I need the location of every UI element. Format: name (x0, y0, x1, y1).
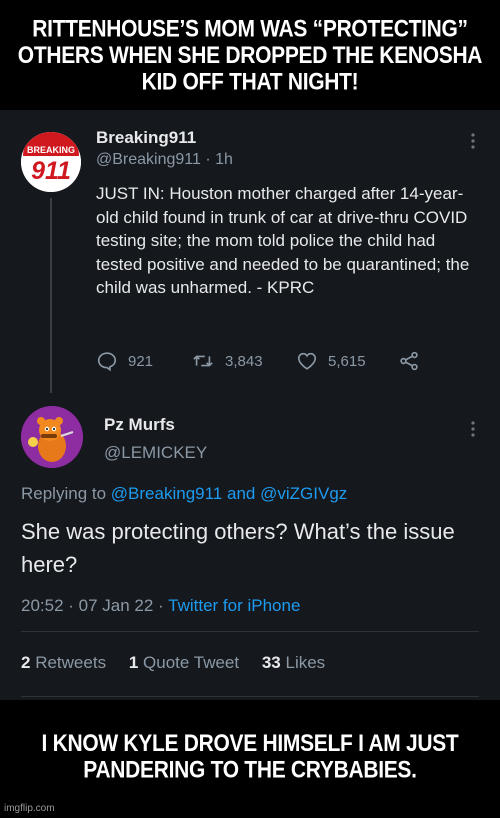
replying-prefix: Replying to (21, 484, 107, 503)
tweet2-client-link[interactable]: Twitter for iPhone (168, 596, 300, 615)
top-caption-text: RITTENHOUSE’S MOM WAS “PROTECTING” OTHER… (17, 15, 483, 95)
tweet1-body: JUST IN: Houston mother charged after 14… (96, 184, 470, 297)
breaking911-avatar[interactable]: BREAKING 911 (21, 132, 81, 192)
replying-to-line: Replying to @Breaking911 and @viZGIVgz (21, 484, 347, 504)
tweet2-meta: 20:52 · 07 Jan 22 · Twitter for iPhone (21, 596, 300, 616)
imgflip-watermark: imgflip.com (4, 803, 55, 814)
breaking911-logo-icon: BREAKING 911 (21, 132, 81, 192)
pzmurfs-avatar[interactable] (21, 406, 83, 468)
reply-icon (97, 352, 117, 372)
tweet2-stats-row: 2 Retweets 1 Quote Tweet 33 Likes (21, 653, 343, 673)
reply-button[interactable]: 921 (96, 350, 153, 372)
retweets-stat[interactable]: 2 Retweets (21, 653, 106, 672)
retweet-button[interactable]: 3,843 (191, 350, 263, 372)
svg-text:BREAKING: BREAKING (27, 145, 75, 155)
bottom-caption-text: I KNOW KYLE DROVE HIMSELF I AM JUST PAND… (41, 730, 459, 784)
tweet1-more-icon[interactable] (470, 132, 476, 150)
replying-user-link-2[interactable]: @viZGIVgz (260, 484, 347, 503)
tweet-screenshot: BREAKING 911 Breaking911 @Breaking911 · … (0, 110, 500, 700)
tweet2-timestamp[interactable]: 20:52 · 07 Jan 22 · (21, 596, 164, 615)
heart-icon (297, 352, 317, 370)
tweet1-handle-row: @Breaking911 · 1h (96, 151, 233, 169)
likes-stat[interactable]: 33 Likes (262, 653, 325, 672)
retweet-count: 3,843 (225, 352, 263, 370)
meme-bottom-caption: I KNOW KYLE DROVE HIMSELF I AM JUST PAND… (0, 700, 500, 818)
share-icon (400, 351, 418, 371)
like-button[interactable]: 5,615 (296, 350, 366, 372)
divider-bottom (21, 696, 479, 697)
tweet1-time[interactable]: · 1h (205, 151, 233, 168)
tweet2-more-icon[interactable] (470, 420, 476, 438)
thread-connector-line (50, 198, 52, 393)
replying-user-link-1[interactable]: @Breaking911 (111, 484, 222, 503)
meme-top-caption: RITTENHOUSE’S MOM WAS “PROTECTING” OTHER… (0, 0, 500, 110)
tweet2-display-name[interactable]: Pz Murfs (104, 415, 175, 435)
tweet2-body: She was protecting others? What’s the is… (21, 519, 455, 577)
tweet1-display-name[interactable]: Breaking911 (96, 128, 196, 148)
cartoon-character-avatar-icon (21, 406, 83, 468)
svg-text:911: 911 (31, 157, 71, 185)
tweet2-handle[interactable]: @LEMICKEY (104, 443, 207, 463)
quote-tweets-stat[interactable]: 1 Quote Tweet (129, 653, 239, 672)
retweet-icon (193, 355, 213, 367)
share-button[interactable] (398, 350, 430, 372)
tweet1-handle[interactable]: @Breaking911 (96, 151, 201, 168)
tweet1-action-bar: 921 3,843 5,615 (96, 350, 426, 372)
divider-top (21, 631, 479, 632)
like-count: 5,615 (328, 352, 366, 370)
reply-count: 921 (128, 352, 154, 370)
replying-and[interactable]: and (227, 484, 255, 503)
